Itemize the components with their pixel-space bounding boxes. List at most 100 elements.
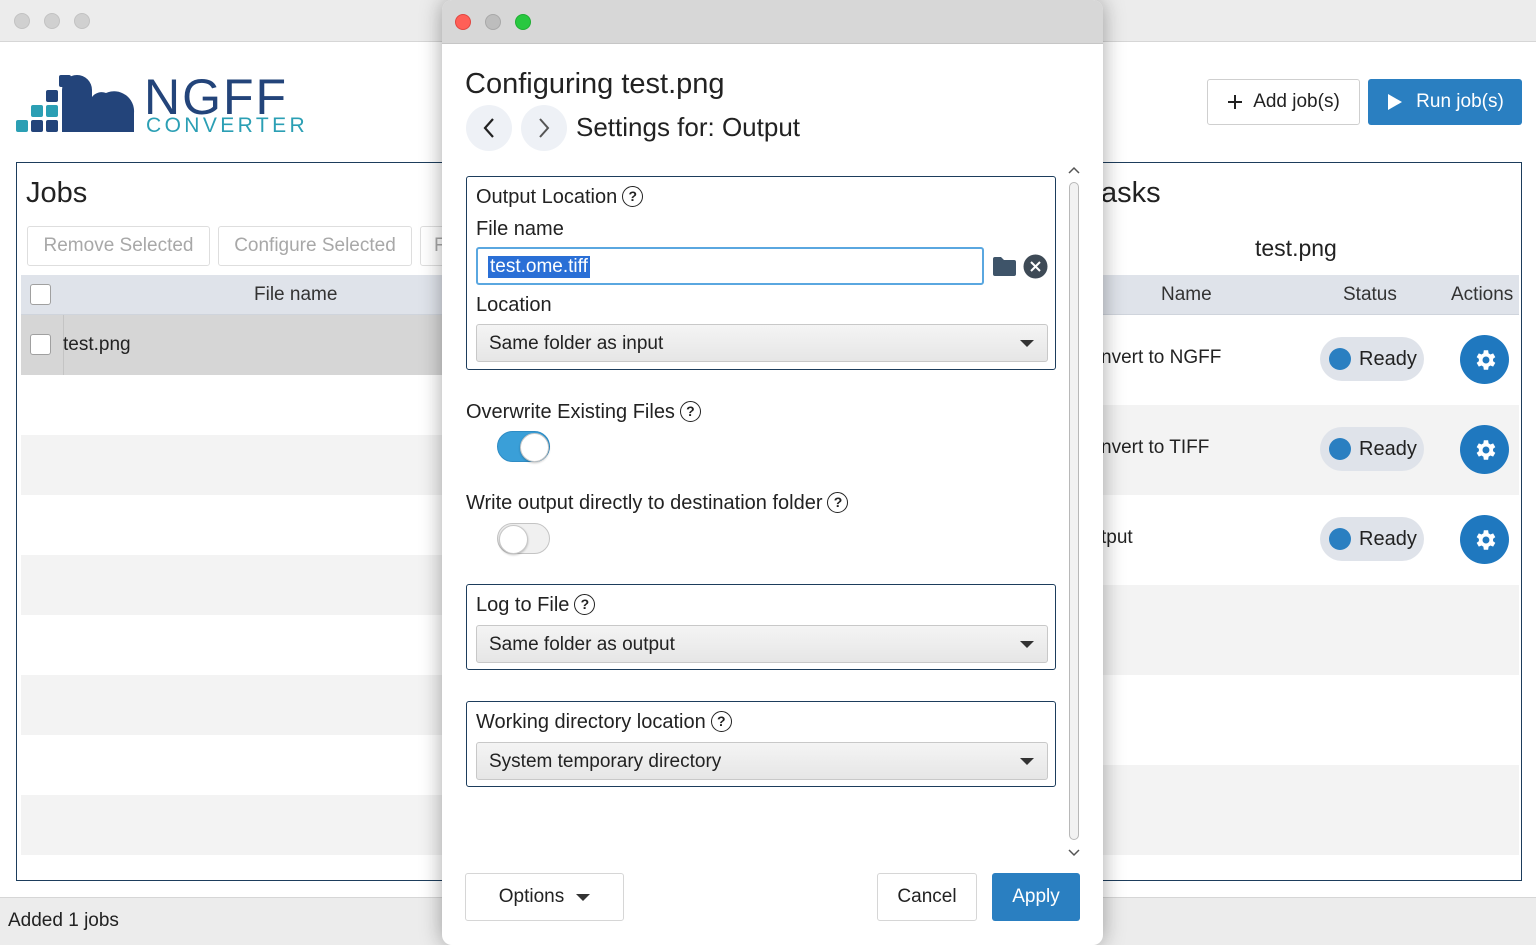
configure-dialog: Configuring test.png Settings for: Outpu… [442,0,1103,945]
scroll-up-arrow-icon[interactable] [1067,165,1081,175]
jobs-table-header: File name [21,275,455,315]
file-name-input[interactable]: test.ome.tiff [476,247,984,285]
app-logo: NGFF CONVERTER [16,68,336,138]
log-to-file-group: Log to File? Same folder as output [466,584,1056,670]
caret-down-icon [1020,641,1034,648]
empty-row [21,795,455,855]
caret-down-icon [576,893,591,901]
minimize-window-button[interactable] [44,13,60,29]
task-settings-button[interactable] [1460,335,1509,384]
location-label: Location [476,294,552,316]
status-label: Ready [1359,347,1417,370]
overwrite-toggle[interactable] [497,431,550,462]
task-name: tput [1101,527,1133,548]
working-directory-value: System temporary directory [489,751,722,772]
empty-row [21,675,455,735]
help-icon[interactable]: ? [622,186,644,207]
status-label: Ready [1359,527,1417,550]
chevron-left-icon [483,118,494,138]
clear-icon[interactable] [1023,254,1048,279]
dialog-subtitle: Settings for: Output [576,112,801,142]
empty-row [1101,585,1519,675]
scrollbar-thumb[interactable] [1069,182,1079,840]
write-direct-toggle[interactable] [497,523,550,554]
help-icon[interactable]: ? [679,401,701,422]
back-button[interactable] [466,105,512,151]
cancel-button[interactable]: Cancel [877,873,977,921]
write-direct-label-row: Write output directly to destination fol… [466,492,849,515]
empty-row [1101,675,1519,765]
run-jobs-button[interactable]: Run job(s) [1368,79,1522,125]
dialog-close-button[interactable] [455,14,471,30]
task-row[interactable]: tput Ready [1101,495,1519,585]
apply-button[interactable]: Apply [992,873,1080,921]
zoom-window-button[interactable] [74,13,90,29]
task-settings-button[interactable] [1460,515,1509,564]
working-directory-label: Working directory location [476,711,706,733]
empty-row [21,615,455,675]
working-directory-legend: Working directory location? [476,711,732,734]
file-name-label: File name [476,218,564,240]
add-jobs-button[interactable]: Add job(s) [1207,79,1360,125]
run-jobs-label: Run job(s) [1416,91,1504,112]
empty-row [21,555,455,615]
caret-down-icon [1020,758,1034,765]
dialog-zoom-button[interactable] [515,14,531,30]
help-icon[interactable]: ? [827,492,849,513]
dialog-title: Configuring test.png [465,68,725,100]
gear-icon [1476,349,1495,370]
name-column-header[interactable]: Name [1161,284,1212,306]
select-all-checkbox[interactable] [30,284,51,305]
configure-selected-button[interactable]: Configure Selected [218,226,412,266]
log-to-file-legend: Log to File? [476,594,596,617]
remove-selected-button[interactable]: Remove Selected [27,226,210,266]
overwrite-label-row: Overwrite Existing Files? [466,401,701,424]
empty-row [21,735,455,795]
chevron-right-icon [539,118,550,138]
help-icon[interactable]: ? [710,711,732,732]
location-value: Same folder as input [489,333,664,354]
dialog-titlebar [442,0,1103,44]
status-badge: Ready [1320,517,1424,561]
tasks-title: asks [1101,177,1161,209]
options-label: Options [498,886,565,907]
status-column-header[interactable]: Status [1343,284,1397,306]
status-dot-icon [1329,438,1351,460]
jobs-panel: Jobs Remove Selected Configure Selected … [16,162,456,881]
task-row[interactable]: nvert to NGFF Ready [1101,315,1519,405]
toggle-knob [499,525,528,554]
working-directory-select[interactable]: System temporary directory [476,742,1048,780]
location-select[interactable]: Same folder as input [476,324,1048,362]
jobs-title: Jobs [26,177,88,209]
cloud-logo-icon [16,75,135,132]
settings-scrollbar[interactable] [1064,160,1084,865]
table-row[interactable]: test.png [21,315,455,375]
close-window-button[interactable] [14,13,30,29]
tasks-subtitle: test.png [1255,235,1337,261]
caret-down-icon [1020,340,1034,347]
tasks-table-header: Name Status Actions [1101,275,1519,315]
file-name-column-header[interactable]: File name [254,284,337,306]
folder-icon[interactable] [992,255,1018,277]
status-label: Ready [1359,437,1417,460]
scroll-down-arrow-icon[interactable] [1067,848,1081,858]
actions-column-header[interactable]: Actions [1451,284,1513,306]
row-checkbox[interactable] [30,334,51,355]
options-button[interactable]: Options [465,873,624,921]
settings-scroll-area[interactable]: Output Location? File name test.ome.tiff… [442,160,1103,865]
log-to-file-select[interactable]: Same folder as output [476,625,1048,663]
status-text: Added 1 jobs [8,910,119,931]
forward-button[interactable] [521,105,567,151]
status-badge: Ready [1320,337,1424,381]
help-icon[interactable]: ? [574,594,596,615]
output-location-legend: Output Location? [476,186,644,209]
dialog-minimize-button[interactable] [485,14,501,30]
status-dot-icon [1329,528,1351,550]
working-directory-group: Working directory location? System tempo… [466,701,1056,787]
log-to-file-value: Same folder as output [489,634,675,655]
empty-row [21,495,455,555]
task-settings-button[interactable] [1460,425,1509,474]
output-location-label: Output Location [476,186,618,208]
logo-subtext: CONVERTER [146,114,309,137]
task-row[interactable]: nvert to TIFF Ready [1101,405,1519,495]
